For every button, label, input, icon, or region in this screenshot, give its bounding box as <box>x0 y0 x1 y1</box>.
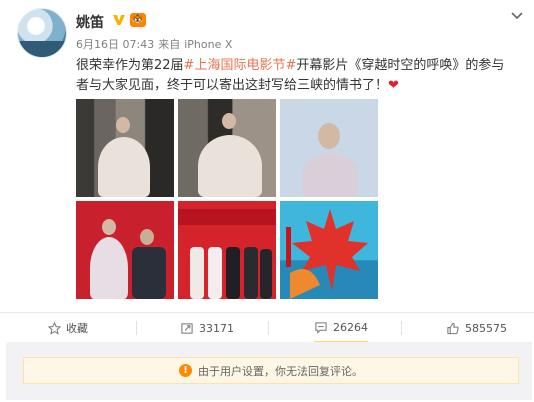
verified-v-icon <box>113 15 125 25</box>
comment-icon <box>315 321 327 334</box>
repost-button[interactable]: 33171 <box>180 313 234 343</box>
post-image-2[interactable] <box>178 99 276 197</box>
favorite-button[interactable]: 收藏 <box>48 313 88 343</box>
heart-emoji: ❤ <box>388 78 399 93</box>
star-icon <box>48 321 61 335</box>
post-text-before: 很荣幸作为第22届 <box>76 58 184 73</box>
repost-count: 33171 <box>199 321 234 335</box>
avatar[interactable] <box>17 8 67 58</box>
weibo-post-card: 姚笛 🐯 6月16日 07:43 来自 iPhone X 很荣幸作为第22届#上海国… <box>0 0 534 402</box>
action-bar: 收藏 33171 26264 585575 <box>0 312 534 343</box>
post-image-4[interactable] <box>76 201 174 299</box>
image-grid <box>76 99 378 299</box>
avatar-sun-shape <box>27 17 45 35</box>
source-prefix: 来自 <box>158 38 181 51</box>
comment-area: ! 由于用户设置，你无法回复评论。 <box>6 342 532 400</box>
chevron-down-icon[interactable] <box>510 10 524 22</box>
notice-text: 由于用户设置，你无法回复评论。 <box>198 364 363 378</box>
post-image-5[interactable] <box>178 201 276 299</box>
comment-disabled-notice: ! 由于用户设置，你无法回复评论。 <box>23 357 519 384</box>
post-text: 很荣幸作为第22届#上海国际电影节#开幕影片《穿越时空的呼唤》的参与者与大家见面… <box>76 56 516 96</box>
vip-badge: 🐯 <box>130 13 146 27</box>
divider <box>401 321 402 335</box>
comment-count: 26264 <box>333 320 368 334</box>
maple-leaf-poster <box>286 209 368 299</box>
post-meta: 6月16日 07:43 来自 iPhone X <box>76 36 236 52</box>
avatar-land-shape <box>18 41 66 57</box>
post-source: iPhone X <box>184 38 233 51</box>
thumbs-up-icon <box>447 322 459 334</box>
topic-link[interactable]: #上海国际电影节# <box>184 58 297 73</box>
author-name[interactable]: 姚笛 <box>76 12 104 32</box>
post-image-3[interactable] <box>280 99 378 197</box>
comment-button[interactable]: 26264 <box>314 313 368 343</box>
warning-icon: ! <box>179 364 192 377</box>
divider <box>136 321 137 335</box>
divider <box>268 321 269 335</box>
like-count: 585575 <box>465 321 507 335</box>
post-image-6[interactable] <box>280 201 378 299</box>
like-button[interactable]: 585575 <box>446 313 507 343</box>
post-date[interactable]: 6月16日 07:43 <box>76 38 154 51</box>
repost-icon <box>181 322 193 334</box>
favorite-label: 收藏 <box>66 322 88 335</box>
post-image-1[interactable] <box>76 99 174 197</box>
